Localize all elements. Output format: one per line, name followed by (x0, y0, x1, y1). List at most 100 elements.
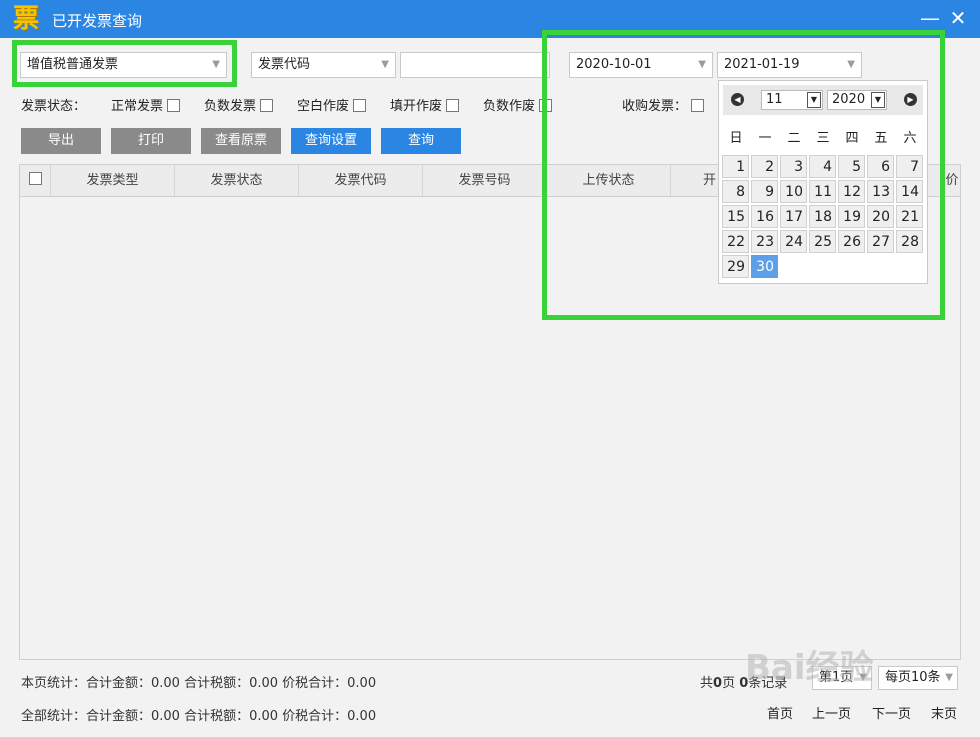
purchase-invoice-checkbox[interactable]: 收购发票： (622, 95, 705, 114)
select-all-checkbox[interactable] (20, 165, 51, 196)
calendar-day[interactable]: 23 (751, 230, 778, 253)
weekday-label: 六 (903, 131, 917, 146)
status-negative-label: 负数发票 (204, 99, 257, 114)
calendar-day[interactable]: 10 (780, 180, 807, 203)
calendar-header: ◀ 11 ▼ 2020 ▼ ▶ (723, 85, 923, 115)
calendar-day[interactable]: 24 (780, 230, 807, 253)
total-pages-prefix: 共 (700, 676, 714, 691)
weekday-label: 二 (787, 131, 801, 146)
month-value: 11 (766, 92, 783, 107)
checkbox-icon (260, 99, 274, 112)
first-page-link[interactable]: 首页 (767, 703, 793, 722)
chevron-down-icon: ▼ (698, 59, 706, 70)
status-blank-void-label: 空白作废 (297, 99, 350, 114)
chevron-down-icon: ▼ (212, 59, 220, 70)
close-button[interactable]: ✕ (946, 6, 970, 30)
purchase-invoice-label: 收购发票： (622, 99, 688, 114)
status-negative-checkbox[interactable]: 负数发票 (204, 95, 274, 114)
date-to-value: 2021-01-19 (724, 57, 800, 72)
checkbox-icon (691, 99, 705, 112)
per-page-select[interactable]: 每页10条 ▼ (878, 666, 958, 690)
checkbox-icon (28, 172, 42, 185)
calendar-day[interactable]: 26 (838, 230, 865, 253)
calendar-day[interactable]: 19 (838, 205, 865, 228)
column-header[interactable]: 上传状态 (547, 165, 671, 196)
calendar-day[interactable]: 12 (838, 180, 865, 203)
print-button[interactable]: 打印 (111, 128, 191, 154)
column-header[interactable]: 发票号码 (423, 165, 547, 196)
search-field-select[interactable]: 发票代码 ▼ (251, 52, 396, 78)
weekday-label: 三 (816, 131, 830, 146)
date-to-picker[interactable]: 2021-01-19 ▼ (717, 52, 862, 78)
calendar-day[interactable]: 1 (722, 155, 749, 178)
column-header[interactable]: 发票代码 (299, 165, 423, 196)
export-button[interactable]: 导出 (21, 128, 101, 154)
checkbox-icon (446, 99, 460, 112)
search-input[interactable] (400, 52, 550, 78)
calendar-day[interactable]: 14 (896, 180, 923, 203)
watermark: Bai经验 (745, 648, 874, 688)
calendar-day[interactable]: 18 (809, 205, 836, 228)
column-header[interactable]: 发票状态 (175, 165, 299, 196)
chevron-down-icon: ▼ (381, 59, 389, 70)
calendar-day[interactable]: 9 (751, 180, 778, 203)
checkbox-icon (539, 99, 553, 112)
calendar-day[interactable]: 3 (780, 155, 807, 178)
prev-page-link[interactable]: 上一页 (812, 703, 851, 722)
calendar-day[interactable]: 11 (809, 180, 836, 203)
column-header[interactable]: 价 (940, 165, 960, 196)
chevron-down-icon: ▼ (871, 92, 885, 108)
status-blank-void-checkbox[interactable]: 空白作废 (297, 95, 367, 114)
column-header[interactable]: 发票类型 (51, 165, 175, 196)
date-from-picker[interactable]: 2020-10-01 ▼ (569, 52, 713, 78)
prev-month-icon[interactable]: ◀ (731, 93, 744, 106)
all-statistics: 全部统计：合计金额：0.00 合计税额：0.00 价税合计：0.00 (21, 709, 377, 724)
calendar-day[interactable]: 29 (722, 255, 749, 278)
calendar-day[interactable]: 17 (780, 205, 807, 228)
calendar-day[interactable]: 30 (751, 255, 778, 278)
calendar-day[interactable]: 25 (809, 230, 836, 253)
date-from-value: 2020-10-01 (576, 57, 652, 72)
search-field-value: 发票代码 (258, 57, 311, 72)
page-statistics: 本页统计：合计金额：0.00 合计税额：0.00 价税合计：0.00 (21, 676, 377, 691)
calendar-day[interactable]: 7 (896, 155, 923, 178)
chevron-down-icon: ▼ (807, 92, 821, 108)
view-original-button[interactable]: 查看原票 (201, 128, 281, 154)
calendar-day[interactable]: 4 (809, 155, 836, 178)
status-filled-void-label: 填开作废 (390, 99, 443, 114)
calendar-day[interactable]: 8 (722, 180, 749, 203)
status-normal-checkbox[interactable]: 正常发票 (111, 95, 181, 114)
calendar-day[interactable]: 27 (867, 230, 894, 253)
query-settings-button[interactable]: 查询设置 (291, 128, 371, 154)
query-button[interactable]: 查询 (381, 128, 461, 154)
chevron-down-icon: ▼ (847, 59, 855, 70)
calendar-day[interactable]: 21 (896, 205, 923, 228)
chevron-down-icon: ▼ (945, 672, 953, 683)
calendar-day[interactable]: 28 (896, 230, 923, 253)
next-month-icon[interactable]: ▶ (904, 93, 917, 106)
status-normal-label: 正常发票 (111, 99, 164, 114)
minimize-button[interactable]: — (918, 6, 942, 30)
title-bar: 票 已开发票查询 — ✕ (0, 0, 980, 38)
year-select[interactable]: 2020 ▼ (827, 90, 887, 110)
calendar-day[interactable]: 2 (751, 155, 778, 178)
calendar-day[interactable]: 16 (751, 205, 778, 228)
calendar-day[interactable]: 13 (867, 180, 894, 203)
calendar-day[interactable]: 15 (722, 205, 749, 228)
status-negative-void-label: 负数作废 (483, 99, 536, 114)
total-pages-value: 0 (713, 676, 723, 691)
calendar-day[interactable]: 5 (838, 155, 865, 178)
next-page-link[interactable]: 下一页 (872, 703, 911, 722)
month-select[interactable]: 11 ▼ (761, 90, 823, 110)
last-page-link[interactable]: 末页 (931, 703, 957, 722)
invoice-type-select[interactable]: 增值税普通发票 ▼ (20, 52, 227, 78)
weekday-label: 四 (845, 131, 859, 146)
status-filled-void-checkbox[interactable]: 填开作废 (390, 95, 460, 114)
calendar-day[interactable]: 20 (867, 205, 894, 228)
window-title: 已开发票查询 (52, 12, 143, 30)
total-pages-suffix: 页 (722, 676, 736, 691)
calendar-day[interactable]: 6 (867, 155, 894, 178)
status-negative-void-checkbox[interactable]: 负数作废 (483, 95, 553, 114)
per-page-value: 每页10条 (885, 670, 941, 685)
calendar-day[interactable]: 22 (722, 230, 749, 253)
